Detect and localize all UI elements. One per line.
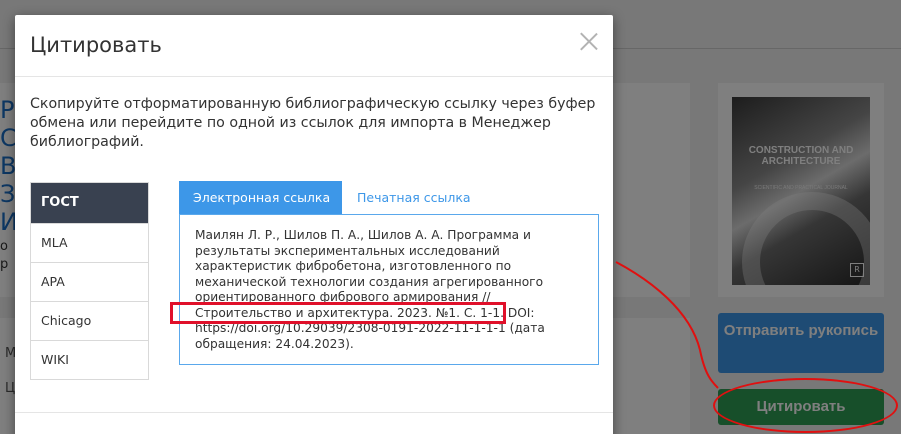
style-item-mla[interactable]: MLA <box>31 223 148 262</box>
modal-header: Цитировать <box>15 15 613 77</box>
style-item-chicago[interactable]: Chicago <box>31 301 148 340</box>
tab-print-link[interactable]: Печатная ссылка <box>343 181 485 214</box>
modal-footer-divider <box>15 412 613 413</box>
style-item-gost[interactable]: ГОСТ <box>31 183 148 223</box>
style-item-apa[interactable]: APA <box>31 262 148 301</box>
citation-doi-link[interactable]: https://doi.org/10.29039/2308-0191-2022-… <box>195 321 506 335</box>
citation-text-box[interactable]: Маилян Л. Р., Шилов П. А., Шилов А. А. П… <box>179 214 599 365</box>
modal-title: Цитировать <box>30 33 162 57</box>
tab-electronic-link[interactable]: Электронная ссылка <box>179 181 342 214</box>
citation-style-list: ГОСТ MLA APA Chicago WIKI <box>30 182 149 380</box>
close-icon[interactable] <box>577 29 601 53</box>
citation-text: Маилян Л. Р., Шилов П. А., Шилов А. А. П… <box>195 228 544 320</box>
style-item-wiki[interactable]: WIKI <box>31 340 148 379</box>
modal-description: Скопируйте отформатированную библиографи… <box>30 96 596 150</box>
cite-modal: Цитировать Скопируйте отформатированную … <box>15 15 613 434</box>
